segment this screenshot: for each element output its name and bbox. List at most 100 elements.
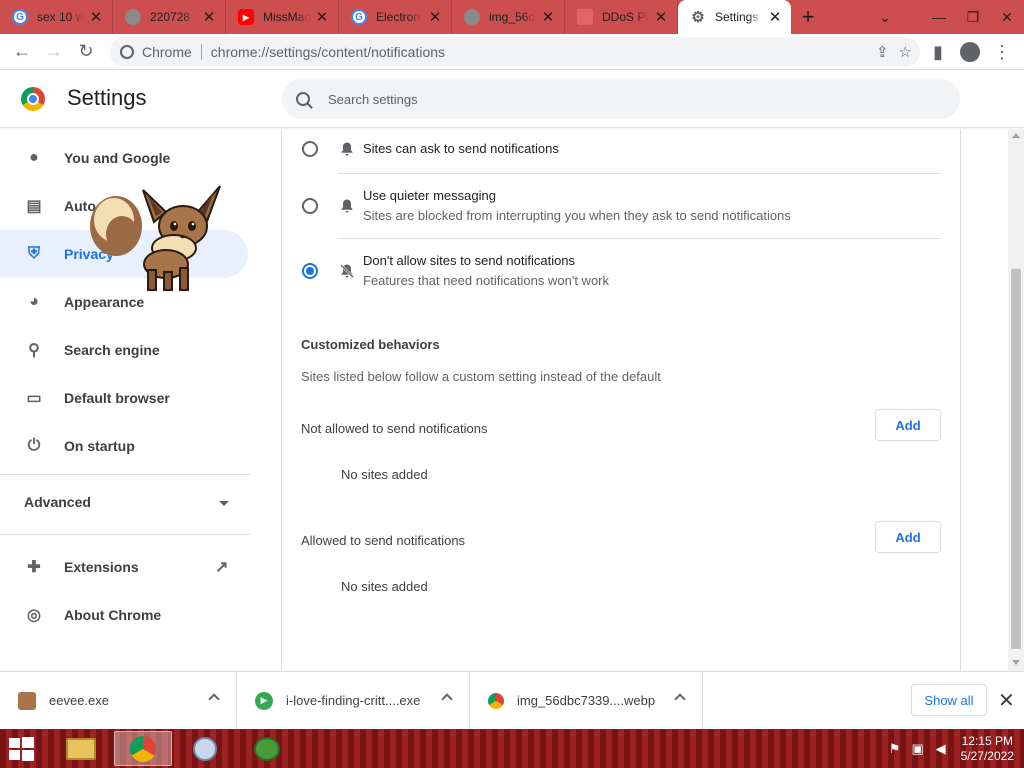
system-tray: ⚑ ▣ ◀ 12:15 PM 5/27/2022 xyxy=(880,733,1014,765)
clock[interactable]: 12:15 PM 5/27/2022 xyxy=(961,734,1014,764)
close-tab-icon[interactable]: ✕ xyxy=(314,8,330,26)
chrome-icon xyxy=(488,692,504,709)
empty-list-text: No sites added xyxy=(341,467,428,482)
close-tab-icon[interactable]: ✕ xyxy=(88,8,104,26)
download-app-icon xyxy=(193,736,217,761)
folder-icon xyxy=(66,737,96,760)
browser-tab[interactable]: 220728 ✕ xyxy=(113,0,226,34)
chevron-up-icon[interactable] xyxy=(674,693,686,705)
sidebar-item-label: You and Google xyxy=(64,150,171,166)
eevee-sprite-image[interactable] xyxy=(88,182,228,294)
chevron-up-icon[interactable] xyxy=(441,693,453,705)
tab-title: DDoS Pr xyxy=(602,10,649,24)
taskbar: ⚑ ▣ ◀ 12:15 PM 5/27/2022 xyxy=(0,729,1024,768)
scrollbar-thumb[interactable] xyxy=(1011,269,1021,649)
taskbar-app[interactable] xyxy=(238,731,296,766)
advanced-toggle[interactable]: Advanced xyxy=(24,494,91,510)
close-tab-icon[interactable]: ✕ xyxy=(767,8,783,26)
browser-tab[interactable]: DDoS Pr ✕ xyxy=(565,0,678,34)
google-icon: G xyxy=(12,9,28,25)
clock-date: 5/27/2022 xyxy=(960,749,1014,763)
add-allowed-button[interactable]: Add xyxy=(875,521,941,553)
download-item[interactable]: ▶ i-love-finding-critt....exe xyxy=(237,672,470,729)
sidebar-item-on-startup[interactable]: ⏻ On startup xyxy=(0,422,248,470)
action-center-flag-icon[interactable]: ⚑ xyxy=(887,741,903,757)
turtle-icon xyxy=(254,736,280,761)
site-chip[interactable]: Chrome xyxy=(120,44,202,60)
close-icon[interactable]: ✕ xyxy=(998,688,1015,713)
taskbar-app[interactable] xyxy=(176,731,234,766)
option-subtitle: Features that need notifications won't w… xyxy=(363,273,610,288)
tab-search-icon[interactable]: ⌄ xyxy=(868,0,902,34)
taskbar-explorer[interactable] xyxy=(52,731,110,766)
tab-title: Electron xyxy=(376,10,421,24)
empty-list-text: No sites added xyxy=(341,579,428,594)
close-window-icon[interactable]: ✕ xyxy=(990,0,1024,34)
option-subtitle: Sites are blocked from interrupting you … xyxy=(363,208,791,223)
taskbar-chrome[interactable] xyxy=(114,731,172,766)
divider xyxy=(0,534,250,535)
browser-tab-active[interactable]: ⚙ Settings ✕ xyxy=(678,0,791,34)
volume-muted-icon[interactable]: ◀ xyxy=(933,741,949,757)
windows-start-icon[interactable] xyxy=(6,735,36,763)
allowed-label: Allowed to send notifications xyxy=(301,533,466,548)
chrome-logo-icon xyxy=(21,87,45,111)
site-chip-label: Chrome xyxy=(142,44,192,60)
chevron-down-icon[interactable] xyxy=(219,501,229,506)
download-filename: eevee.exe xyxy=(49,693,109,708)
youtube-icon: ▶ xyxy=(238,9,254,25)
scroll-down-arrow[interactable] xyxy=(1012,660,1020,665)
close-tab-icon[interactable]: ✕ xyxy=(427,8,443,26)
radio-dont-allow[interactable] xyxy=(302,263,318,279)
close-tab-icon[interactable]: ✕ xyxy=(653,8,669,26)
sidebar-item-about-chrome[interactable]: ◎ About Chrome xyxy=(0,591,248,639)
restore-icon[interactable]: ❐ xyxy=(956,0,990,34)
search-settings-field[interactable]: Search settings xyxy=(282,79,960,119)
back-icon[interactable]: ← xyxy=(6,36,38,68)
search-icon: ⚲ xyxy=(28,342,40,359)
reload-icon[interactable]: ↻ xyxy=(70,36,102,68)
sidebar-item-label: Search engine xyxy=(64,342,160,358)
new-tab-button[interactable]: + xyxy=(791,0,825,34)
network-icon[interactable]: ▣ xyxy=(910,741,926,757)
settings-header: Settings Search settings xyxy=(0,70,1024,128)
url-text: chrome://settings/content/notifications xyxy=(210,44,446,60)
close-tab-icon[interactable]: ✕ xyxy=(540,8,556,26)
add-not-allowed-button[interactable]: Add xyxy=(875,409,941,441)
sidebar-item-default-browser[interactable]: ▭ Default browser xyxy=(0,374,248,422)
browser-tab[interactable]: img_56d ✕ xyxy=(452,0,565,34)
search-icon xyxy=(296,92,310,106)
download-item[interactable]: img_56dbc7339....webp xyxy=(470,672,703,729)
address-bar[interactable]: Chrome chrome://settings/content/notific… xyxy=(110,37,920,67)
chevron-up-icon[interactable] xyxy=(208,693,220,705)
forward-icon[interactable]: → xyxy=(38,36,70,68)
tab-title: 220728 xyxy=(150,10,191,24)
browser-tab[interactable]: G sex 10 w ✕ xyxy=(0,0,113,34)
bookmark-star-icon[interactable]: ☆ xyxy=(899,43,912,61)
sidebar-item-search-engine[interactable]: ⚲ Search engine xyxy=(0,326,248,374)
radio-ask[interactable] xyxy=(302,141,318,157)
section-description: Sites listed below follow a custom setti… xyxy=(301,369,661,384)
sidebar-item-extensions[interactable]: ✚ Extensions ↗ xyxy=(0,543,248,591)
browser-icon: ▭ xyxy=(26,390,42,407)
show-all-button[interactable]: Show all xyxy=(911,684,987,716)
menu-icon[interactable]: ⋮ xyxy=(986,36,1018,68)
scrollbar[interactable] xyxy=(1008,129,1024,671)
side-panel-icon[interactable]: ▮ xyxy=(922,36,954,68)
sidebar-item-label: On startup xyxy=(64,438,135,454)
bell-off-icon xyxy=(339,263,355,279)
radio-quieter[interactable] xyxy=(302,198,318,214)
minimize-icon[interactable]: — xyxy=(922,0,956,34)
profile-icon[interactable] xyxy=(954,36,986,68)
divider xyxy=(0,474,250,475)
close-tab-icon[interactable]: ✕ xyxy=(201,8,217,26)
download-item[interactable]: eevee.exe xyxy=(0,672,237,729)
share-icon[interactable]: ⇪ xyxy=(876,43,889,61)
sidebar-item-you-and-google[interactable]: ● You and Google xyxy=(0,134,248,182)
browser-tab[interactable]: G Electron ✕ xyxy=(339,0,452,34)
browser-tab[interactable]: ▶ MissMac ✕ xyxy=(226,0,339,34)
scroll-up-arrow[interactable] xyxy=(1012,133,1020,138)
page-title: Settings xyxy=(67,85,147,110)
google-icon: G xyxy=(351,9,367,25)
tab-title: img_56d xyxy=(489,10,536,24)
